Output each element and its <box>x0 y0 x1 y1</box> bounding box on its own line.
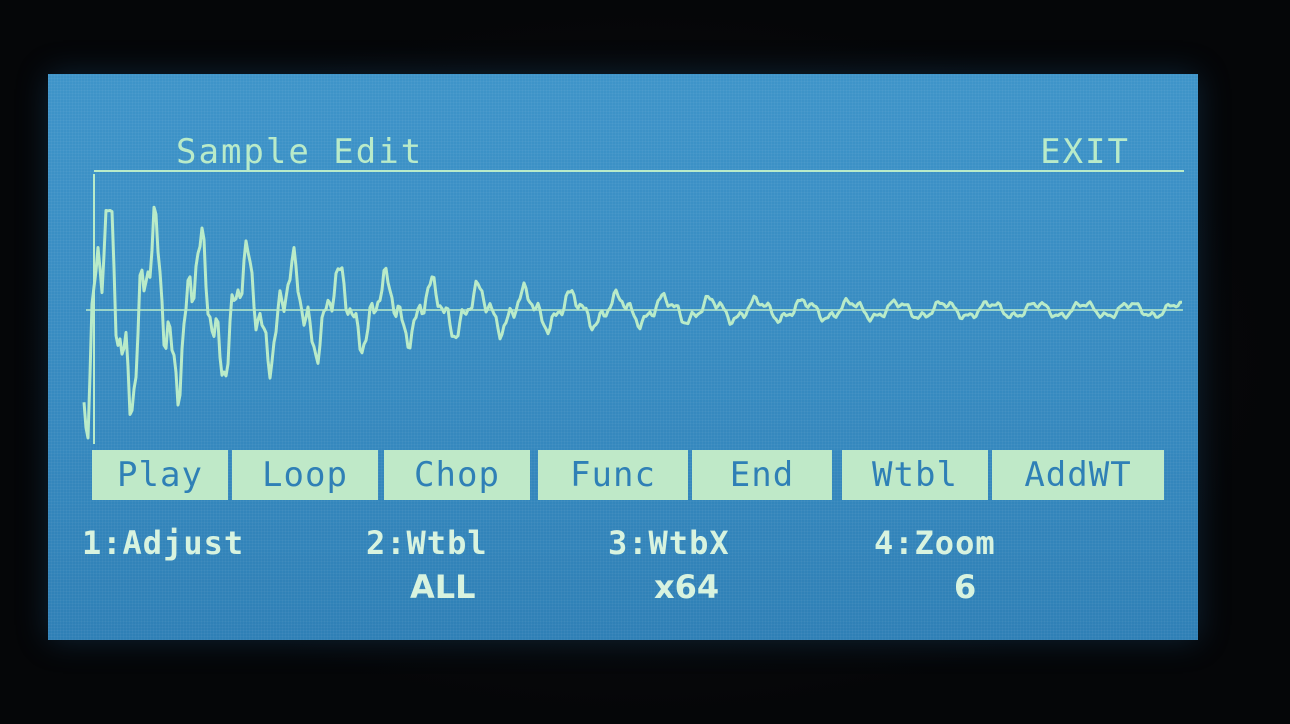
exit-button[interactable]: EXIT <box>1040 132 1130 172</box>
param-zoom-value: 6 <box>954 568 977 606</box>
param-wtbl-value: ALL <box>410 568 476 606</box>
page-title: Sample Edit <box>176 132 424 172</box>
softkey-addwt[interactable]: AddWT <box>992 450 1164 500</box>
softkey-wtbl[interactable]: Wtbl <box>842 450 988 500</box>
param-wtbx-label[interactable]: 3:WtbX <box>608 524 730 562</box>
lcd-screen: Sample Edit EXIT Play Loop Chop Func End… <box>48 74 1198 640</box>
param-zoom-label[interactable]: 4:Zoom <box>874 524 996 562</box>
softkey-menu: Play Loop Chop Func End Wtbl AddWT <box>92 450 1172 500</box>
softkey-play[interactable]: Play <box>92 450 228 500</box>
param-adjust-label[interactable]: 1:Adjust <box>82 524 244 562</box>
softkey-end[interactable]: End <box>692 450 832 500</box>
waveform-display[interactable] <box>48 174 1183 454</box>
param-wtbl-label[interactable]: 2:Wtbl <box>366 524 488 562</box>
param-wtbx-value: x64 <box>654 568 720 606</box>
softkey-chop[interactable]: Chop <box>384 450 530 500</box>
header-divider <box>94 170 1184 172</box>
waveform-trace <box>82 205 1182 440</box>
softkey-loop[interactable]: Loop <box>232 450 378 500</box>
softkey-func[interactable]: Func <box>538 450 688 500</box>
